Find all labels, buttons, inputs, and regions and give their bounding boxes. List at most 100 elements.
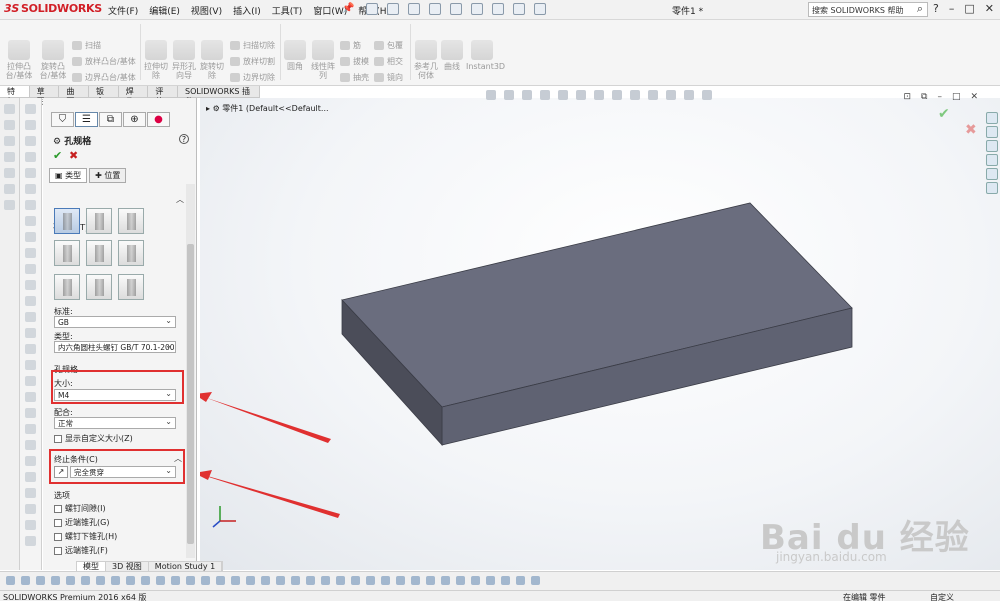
sketch-tool-icon[interactable] <box>141 576 150 585</box>
view-palette-icon[interactable] <box>986 154 998 166</box>
near-side-countersink-checkbox[interactable]: 近端锥孔(G) <box>54 517 109 528</box>
rib-button[interactable]: 筋 <box>340 40 361 51</box>
sketch-tool-icon[interactable] <box>396 576 405 585</box>
sketch-tool-icon[interactable] <box>216 576 225 585</box>
sketch-tool-icon[interactable] <box>366 576 375 585</box>
feature-tool-icon[interactable] <box>25 248 36 258</box>
tab-3d-views[interactable]: 3D 视图 <box>106 562 149 571</box>
fillet-button[interactable]: 圆角 <box>282 40 308 71</box>
sketch-tool-icon[interactable] <box>351 576 360 585</box>
boundary-cut-button[interactable]: 边界切除 <box>230 72 275 83</box>
sketch-tool-icon[interactable] <box>21 576 30 585</box>
tab-position[interactable]: ✚ 位置 <box>89 168 127 183</box>
sweep-button[interactable]: 扫描 <box>72 40 101 51</box>
sketch-tool-icon[interactable] <box>381 576 390 585</box>
sketch-tool-icon[interactable] <box>4 200 15 210</box>
sketch-tool-icon[interactable] <box>441 576 450 585</box>
save-icon[interactable] <box>408 3 420 15</box>
property-manager-tab[interactable]: ☰ <box>75 112 98 127</box>
appearances-icon[interactable] <box>986 168 998 180</box>
shell-button[interactable]: 抽壳 <box>340 72 369 83</box>
mirror-button[interactable]: 镜向 <box>374 72 403 83</box>
feature-tool-icon[interactable] <box>25 328 36 338</box>
custom-properties-icon[interactable] <box>986 182 998 194</box>
tab-evaluate[interactable]: 评估 <box>148 86 179 106</box>
show-custom-size-checkbox[interactable]: 显示自定义大小(Z) <box>54 433 133 444</box>
sketch-tool-icon[interactable] <box>291 576 300 585</box>
help-button[interactable]: ? <box>179 134 189 144</box>
solidworks-logo[interactable]: 3S SOLIDWORKS <box>4 2 102 15</box>
feature-tool-icon[interactable] <box>25 344 36 354</box>
feature-tool-icon[interactable] <box>25 392 36 402</box>
sketch-tool-icon[interactable] <box>411 576 420 585</box>
options-gear-icon[interactable] <box>534 3 546 15</box>
loft-boss-button[interactable]: 放样凸台/基体 <box>72 56 136 67</box>
sketch-tool-icon[interactable] <box>66 576 75 585</box>
countersink-slot-button[interactable] <box>86 274 112 300</box>
open-file-icon[interactable] <box>387 3 399 15</box>
home-icon[interactable] <box>986 112 998 124</box>
feature-tool-icon[interactable] <box>25 296 36 306</box>
menu-edit[interactable]: 编辑(E) <box>149 4 180 17</box>
scrollbar-thumb[interactable] <box>187 244 194 544</box>
counterbore-hole-button[interactable] <box>54 208 80 234</box>
sketch-tool-icon[interactable] <box>501 576 510 585</box>
revolve-cut-button[interactable]: 旋转切除 <box>198 40 226 80</box>
sketch-tool-icon[interactable] <box>486 576 495 585</box>
sketch-tool-icon[interactable] <box>276 576 285 585</box>
sketch-tool-icon[interactable] <box>306 576 315 585</box>
sketch-tool-icon[interactable] <box>4 104 15 114</box>
panel-scrollbar[interactable] <box>186 184 195 558</box>
collapse-icon[interactable]: ︿ <box>176 194 184 205</box>
swept-cut-button[interactable]: 扫描切除 <box>230 40 275 51</box>
far-side-countersink-checkbox[interactable]: 远端锥孔(F) <box>54 545 108 556</box>
sketch-tool-icon[interactable] <box>426 576 435 585</box>
under-head-countersink-checkbox[interactable]: 螺钉下锥孔(H) <box>54 531 117 542</box>
display-manager-tab[interactable]: ● <box>147 112 170 127</box>
feature-tool-icon[interactable] <box>25 152 36 162</box>
sketch-tool-icon[interactable] <box>4 136 15 146</box>
feature-tool-icon[interactable] <box>25 360 36 370</box>
standard-select[interactable]: GB <box>54 316 176 328</box>
select-icon[interactable] <box>471 3 483 15</box>
tab-features[interactable]: 特征 <box>0 86 30 106</box>
cancel-button[interactable]: ✖ <box>69 149 78 162</box>
sketch-tool-icon[interactable] <box>126 576 135 585</box>
feature-tool-icon[interactable] <box>25 280 36 290</box>
feature-tool-icon[interactable] <box>25 472 36 482</box>
lofted-cut-button[interactable]: 放样切割 <box>230 56 275 67</box>
sketch-tool-icon[interactable] <box>201 576 210 585</box>
minimize-button[interactable]: – <box>949 2 955 16</box>
counterbore-slot-button[interactable] <box>54 274 80 300</box>
sketch-tool-icon[interactable] <box>261 576 270 585</box>
feature-tool-icon[interactable] <box>25 264 36 274</box>
sketch-tool-icon[interactable] <box>321 576 330 585</box>
tab-weldments[interactable]: 焊件 <box>119 86 149 106</box>
feature-tool-icon[interactable] <box>25 104 36 114</box>
tab-sketch[interactable]: 草图 <box>30 86 60 106</box>
file-explorer-icon[interactable] <box>986 140 998 152</box>
sketch-tool-icon[interactable] <box>156 576 165 585</box>
undo-icon[interactable] <box>450 3 462 15</box>
sketch-tool-icon[interactable] <box>471 576 480 585</box>
extrude-boss-button[interactable]: 拉伸凸台/基体 <box>2 40 36 80</box>
sketch-tool-icon[interactable] <box>4 168 15 178</box>
slot-button[interactable] <box>118 274 144 300</box>
wrap-button[interactable]: 包覆 <box>374 40 403 51</box>
dimxpert-tab[interactable]: ⊕ <box>123 112 146 127</box>
curves-button[interactable]: 曲线 <box>440 40 464 71</box>
feature-tool-icon[interactable] <box>25 168 36 178</box>
tapped-hole-button[interactable] <box>54 240 80 266</box>
sketch-tool-icon[interactable] <box>531 576 540 585</box>
sketch-tool-icon[interactable] <box>336 576 345 585</box>
tab-addins[interactable]: SOLIDWORKS 插件 <box>178 86 260 106</box>
feature-tool-icon[interactable] <box>25 312 36 322</box>
linear-pattern-button[interactable]: 线性阵列 <box>308 40 338 80</box>
revolve-boss-button[interactable]: 旋转凸台/基体 <box>36 40 70 80</box>
maximize-button[interactable]: □ <box>964 2 974 16</box>
sketch-tool-icon[interactable] <box>81 576 90 585</box>
rebuild-icon[interactable] <box>492 3 504 15</box>
sketch-tool-icon[interactable] <box>4 120 15 130</box>
close-button[interactable]: ✕ <box>985 2 994 16</box>
sketch-tool-icon[interactable] <box>186 576 195 585</box>
